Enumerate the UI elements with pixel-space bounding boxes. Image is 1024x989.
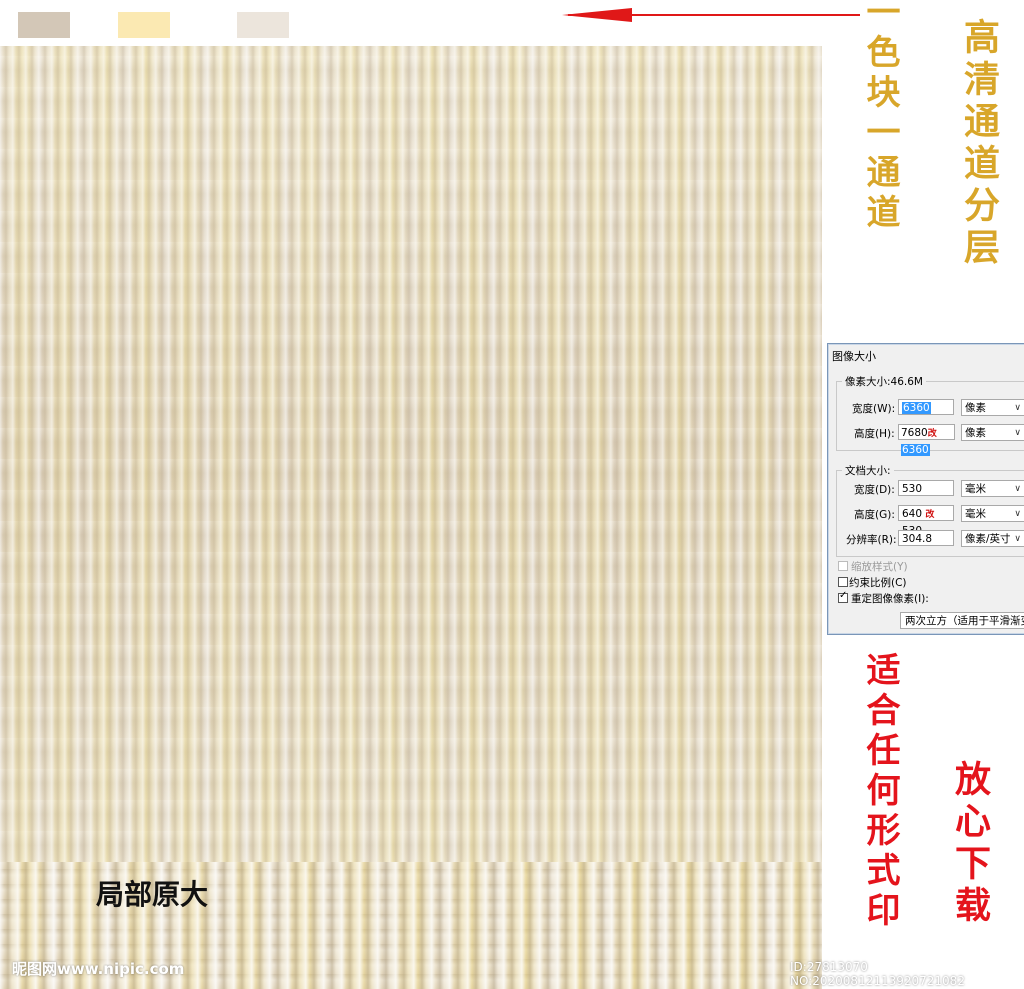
pixel-height-new-value: 6360 [901, 444, 930, 456]
caption-suitable-any-print: 适合任何形式印 [860, 652, 900, 932]
resolution-unit: 像素/英寸 [965, 533, 1011, 545]
caption-one-color-one-channel: 一色块一通道 [860, 0, 900, 234]
color-swatch-3 [237, 12, 289, 38]
chevron-down-icon: ∨ [1014, 428, 1021, 438]
image-size-dialog: 图像大小 像素大小:46.6M 宽度(W): 6360 像素 ∨ 高度(H): … [827, 343, 1024, 635]
doc-width-label: 宽度(D): [854, 484, 895, 496]
pixel-width-input[interactable]: 6360 [898, 399, 954, 415]
doc-height-label: 高度(G): [854, 509, 895, 521]
detail-crop-label: 局部原大 [96, 878, 209, 911]
scale-styles-checkbox[interactable] [838, 561, 848, 571]
doc-height-unit-select[interactable]: 毫米 ∨ [961, 505, 1024, 522]
doc-height-edit-mark: 改 [925, 510, 935, 520]
pixel-width-unit-select[interactable]: 像素 ∨ [961, 399, 1024, 416]
pixel-height-input[interactable]: 7680改 6360 [898, 424, 955, 456]
color-swatch-2 [118, 12, 170, 38]
pixel-height-unit-select[interactable]: 像素 ∨ [961, 424, 1024, 441]
chevron-down-icon: ∨ [1014, 509, 1021, 519]
resolution-label: 分辨率(R): [846, 534, 897, 546]
doc-height-input[interactable]: 640 改 530 [898, 505, 954, 537]
pixel-height-label: 高度(H): [854, 428, 895, 440]
pixel-height-edit-mark: 改 [927, 429, 937, 439]
dialog-title: 图像大小 [832, 350, 876, 363]
texture-pattern-image [0, 46, 822, 862]
pixel-width-label: 宽度(W): [852, 403, 896, 415]
chevron-down-icon: ∨ [1014, 534, 1021, 544]
resample-image-checkbox[interactable] [838, 590, 848, 603]
red-arrow-head [562, 8, 632, 22]
pixel-width-unit: 像素 [965, 402, 986, 414]
resolution-input[interactable]: 304.8 [898, 530, 954, 546]
doc-height-old-value: 640 [902, 508, 923, 520]
doc-height-unit: 毫米 [965, 508, 986, 520]
pixel-width-value: 6360 [902, 402, 931, 414]
doc-width-input[interactable]: 530 [898, 480, 954, 496]
constrain-proportions-checkbox[interactable] [838, 577, 848, 587]
resample-method-select[interactable]: 两次立方（适用于平滑渐变） [900, 612, 1024, 629]
id-watermark: ID:27813070 NO:20200812113920721082 [790, 960, 965, 988]
chevron-down-icon: ∨ [1014, 484, 1021, 494]
doc-width-unit: 毫米 [965, 483, 986, 495]
resolution-unit-select[interactable]: 像素/英寸 ∨ [961, 530, 1024, 547]
pixel-dimensions-title: 像素大小:46.6M [842, 374, 926, 389]
constrain-proportions-label: 约束比例(C) [849, 577, 907, 589]
color-swatch-1 [18, 12, 70, 38]
pixel-height-old-value: 7680 [901, 427, 928, 439]
doc-width-unit-select[interactable]: 毫米 ∨ [961, 480, 1024, 497]
pixel-height-unit: 像素 [965, 427, 986, 439]
caption-download-safely: 放心下载 [949, 760, 991, 928]
chevron-down-icon: ∨ [1014, 403, 1021, 413]
document-size-title: 文档大小: [842, 463, 894, 478]
resample-image-label: 重定图像像素(I): [851, 593, 929, 605]
site-watermark: 昵图网www.nipic.com [12, 960, 185, 978]
scale-styles-label: 缩放样式(Y) [851, 561, 908, 573]
caption-hd-channel-layers: 高清通道分层 [958, 18, 1000, 270]
